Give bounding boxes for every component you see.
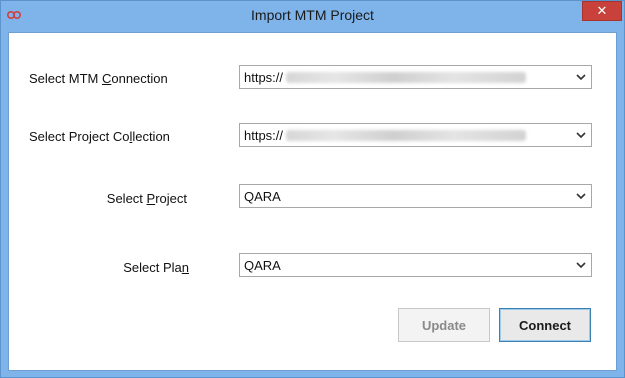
plan-value: QARA — [244, 258, 281, 273]
close-button[interactable]: ✕ — [582, 1, 622, 21]
chevron-down-icon[interactable] — [575, 128, 587, 142]
mtm-connection-value: https:// — [244, 70, 284, 85]
project-select[interactable]: QARA — [239, 184, 592, 208]
redacted-url — [286, 130, 526, 141]
chevron-down-icon[interactable] — [575, 70, 587, 84]
connect-button[interactable]: Connect — [499, 308, 591, 342]
project-value: QARA — [244, 189, 281, 204]
plan-select[interactable]: QARA — [239, 253, 592, 277]
dialog-body: Select MTM Connection https:// Select Pr… — [8, 32, 617, 371]
close-icon: ✕ — [596, 3, 608, 18]
chevron-down-icon[interactable] — [575, 189, 587, 203]
redacted-url — [286, 72, 526, 83]
mtm-connection-select[interactable]: https:// — [239, 65, 592, 89]
chevron-down-icon[interactable] — [575, 258, 587, 272]
title-bar[interactable]: Import MTM Project ✕ — [1, 1, 624, 32]
import-mtm-project-dialog: Import MTM Project ✕ Select MTM Connecti… — [0, 0, 625, 378]
project-label: Select Project — [106, 191, 187, 206]
plan-label: Select Plan — [123, 260, 189, 275]
project-collection-value: https:// — [244, 128, 284, 143]
window-title: Import MTM Project — [251, 7, 374, 23]
update-button[interactable]: Update — [398, 308, 490, 342]
mtm-connection-label: Select MTM Connection — [29, 71, 168, 86]
project-collection-select[interactable]: https:// — [239, 123, 592, 147]
project-collection-label: Select Project Collection — [29, 129, 170, 144]
